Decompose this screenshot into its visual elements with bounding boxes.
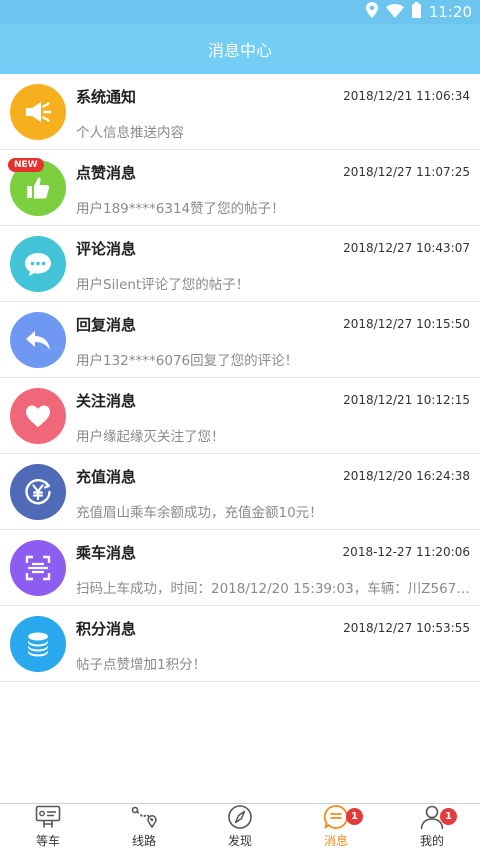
- tab-label: 消息: [323, 834, 348, 848]
- message-time: 2018/12/27 10:15:50: [343, 317, 470, 331]
- tab-routes[interactable]: 线路: [96, 804, 192, 853]
- bottom-tab-bar: 等车 线路 发现 消息 1 我的 1: [0, 803, 480, 853]
- list-item-comment[interactable]: 评论消息 2018/12/27 10:43:07 用户Silent评论了您的帖子…: [0, 226, 480, 302]
- message-title: 积分消息: [76, 620, 137, 638]
- yen-coin-icon: [10, 464, 66, 520]
- message-content: 用户132****6076回复了您的评论！: [76, 353, 299, 369]
- status-bar: 11:20: [0, 0, 480, 24]
- list-item-follow[interactable]: 关注消息 2018/12/21 10:12:15 用户缘起缘灭关注了您！: [0, 378, 480, 454]
- message-content: 用户缘起缘灭关注了您！: [76, 429, 225, 445]
- list-item-like[interactable]: NEW 点赞消息 2018/12/27 11:07:25 用户189****63…: [0, 150, 480, 226]
- page-title: 消息中心: [207, 41, 272, 60]
- list-item-recharge[interactable]: 充值消息 2018/12/20 16:24:38 充值眉山乘车余额成功，充值金额…: [0, 454, 480, 530]
- coin-stack-icon: [10, 616, 66, 672]
- tab-wait-bus[interactable]: 等车: [0, 804, 96, 853]
- message-content: 个人信息推送内容: [76, 125, 184, 141]
- tab-label: 我的: [419, 834, 444, 848]
- chat-bubble-icon: [10, 236, 66, 292]
- message-time: 2018/12/27 10:43:07: [343, 241, 470, 255]
- message-time: 2018/12/27 10:53:55: [343, 621, 470, 635]
- tab-discover[interactable]: 发现: [192, 804, 288, 853]
- message-time: 2018/12/21 10:12:15: [343, 393, 470, 407]
- list-item-points[interactable]: 积分消息 2018/12/27 10:53:55 帖子点赞增加1积分！: [0, 606, 480, 682]
- message-time: 2018-12-27 11:20:06: [342, 545, 470, 559]
- status-time: 11:20: [428, 3, 472, 21]
- tab-label: 发现: [227, 834, 252, 848]
- battery-icon: [411, 2, 421, 22]
- message-list: 系统通知 2018/12/21 11:06:34 个人信息推送内容 NEW 点赞…: [0, 74, 480, 682]
- message-title: 系统通知: [76, 88, 137, 106]
- list-item-system-notice[interactable]: 系统通知 2018/12/21 11:06:34 个人信息推送内容: [0, 74, 480, 150]
- header: 消息中心: [0, 24, 480, 74]
- new-badge: NEW: [8, 158, 44, 172]
- message-time: 2018/12/21 11:06:34: [343, 89, 470, 103]
- unread-badge: 1: [346, 808, 363, 825]
- list-item-reply[interactable]: 回复消息 2018/12/27 10:15:50 用户132****6076回复…: [0, 302, 480, 378]
- message-title: 回复消息: [76, 316, 137, 334]
- heart-icon: [10, 388, 66, 444]
- unread-badge: 1: [440, 808, 457, 825]
- tab-messages[interactable]: 消息 1: [288, 804, 384, 853]
- message-content: 帖子点赞增加1积分！: [76, 657, 207, 673]
- message-content: 用户Silent评论了您的帖子！: [76, 277, 250, 293]
- message-content: 充值眉山乘车余额成功，充值金额10元！: [76, 505, 323, 521]
- message-title: 点赞消息: [76, 164, 137, 182]
- bus-stop-icon: [35, 804, 61, 830]
- scan-icon: [10, 540, 66, 596]
- message-content: 用户189****6314赞了您的帖子！: [76, 201, 285, 217]
- route-icon: [131, 804, 157, 830]
- message-content: 扫码上车成功，时间：2018/12/20 15:39:03，车辆：川Z5675.…: [76, 581, 470, 597]
- tab-mine[interactable]: 我的 1: [384, 804, 480, 853]
- tab-label: 线路: [131, 834, 156, 848]
- message-title: 乘车消息: [76, 544, 137, 562]
- message-title: 充值消息: [76, 468, 137, 486]
- megaphone-icon: [10, 84, 66, 140]
- message-title: 关注消息: [76, 392, 137, 410]
- reply-icon: [10, 312, 66, 368]
- location-icon: [365, 2, 378, 22]
- wifi-icon: [385, 3, 404, 22]
- message-time: 2018/12/20 16:24:38: [343, 469, 470, 483]
- message-title: 评论消息: [76, 240, 137, 258]
- compass-icon: [227, 804, 253, 830]
- message-time: 2018/12/27 11:07:25: [343, 165, 470, 179]
- tab-label: 等车: [35, 834, 60, 848]
- list-item-ride[interactable]: 乘车消息 2018-12-27 11:20:06 扫码上车成功，时间：2018/…: [0, 530, 480, 606]
